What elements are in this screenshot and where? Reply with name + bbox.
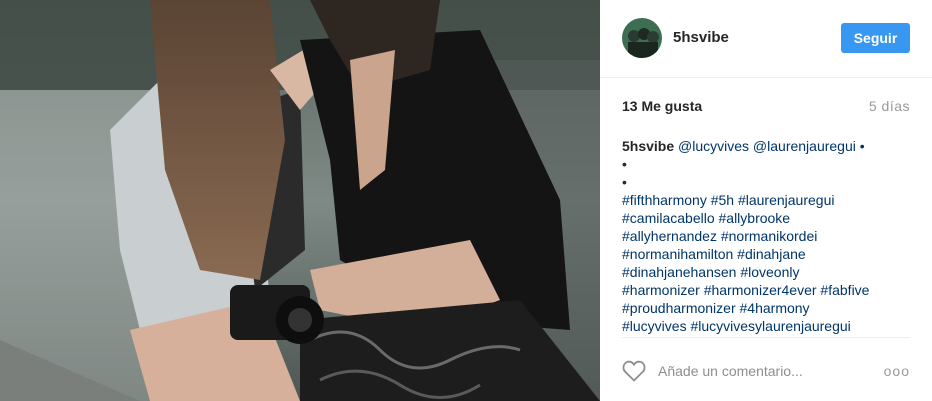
caption-hashtags[interactable]: #allyhernandez #normanikordei [622, 227, 922, 245]
caption-author-link[interactable]: 5hsvibe [622, 138, 674, 154]
post-details-panel: 5hsvibe Seguir 13 Me gusta 5 días 5hsvib… [600, 0, 932, 401]
more-options-icon[interactable]: ooo [884, 363, 910, 379]
caption-hashtags[interactable]: #dinahjanehansen #loveonly [622, 263, 922, 281]
caption-bullet: • [622, 174, 627, 190]
post-caption: 5hsvibe @lucyvives @laurenjauregui • • •… [622, 137, 922, 335]
post-date[interactable]: 5 días [869, 98, 910, 114]
caption-hashtags[interactable]: #normanihamilton #dinahjane [622, 245, 922, 263]
heart-outline-icon[interactable] [622, 360, 646, 382]
caption-hashtags[interactable]: #fifthharmony #5h #laurenjauregui [622, 191, 922, 209]
post-header: 5hsvibe Seguir [600, 0, 932, 78]
likes-count[interactable]: 13 Me gusta [622, 98, 702, 114]
caption-hashtags[interactable]: #lucyvives #lucyvivesylaurenjauregui [622, 317, 922, 335]
follow-button[interactable]: Seguir [841, 23, 910, 53]
caption-mentions[interactable]: @lucyvives @laurenjauregui • [674, 138, 865, 154]
username-link[interactable]: 5hsvibe [673, 29, 729, 46]
comment-input[interactable] [658, 360, 868, 382]
post-photo[interactable] [0, 0, 600, 401]
post-image [0, 0, 600, 401]
avatar-image [622, 18, 662, 58]
comment-bar: ooo [622, 337, 910, 401]
caption-bullet: • [622, 156, 627, 172]
caption-hashtags[interactable]: #harmonizer #harmonizer4ever #fabfive [622, 281, 922, 299]
avatar[interactable] [622, 18, 662, 58]
caption-hashtags[interactable]: #camilacabello #allybrooke [622, 209, 922, 227]
caption-hashtags[interactable]: #proudharmonizer #4harmony [622, 299, 922, 317]
caption-line-0: 5hsvibe @lucyvives @laurenjauregui • [622, 137, 922, 155]
